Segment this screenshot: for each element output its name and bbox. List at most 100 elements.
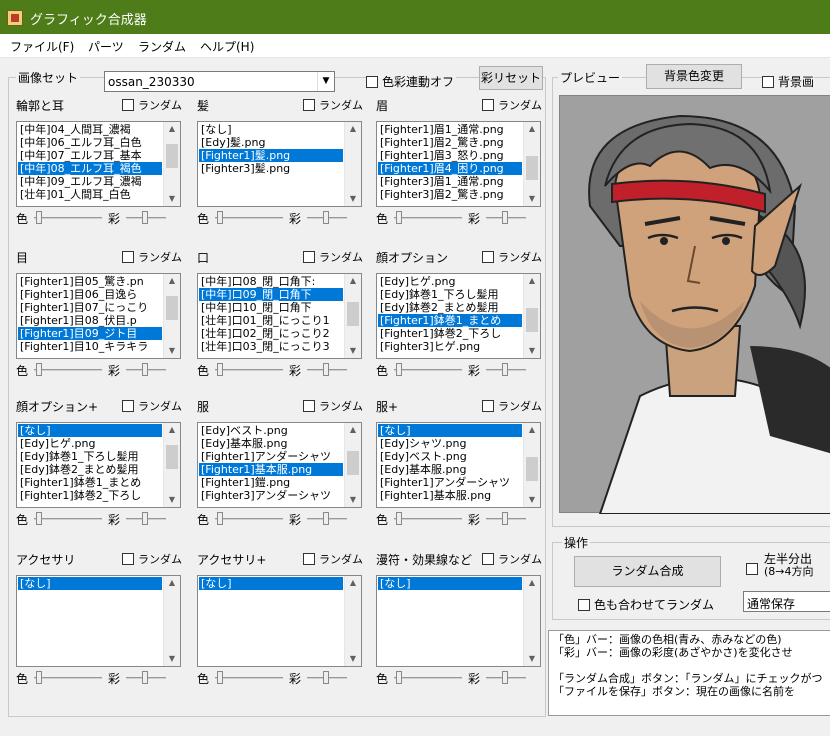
- color-slider-thumb[interactable]: [36, 211, 42, 224]
- color-slider-track[interactable]: [394, 217, 462, 219]
- scrollbar[interactable]: ▲ ▼: [523, 423, 540, 507]
- scrollbar[interactable]: ▲ ▼: [344, 122, 361, 206]
- list-item[interactable]: [壮年]口03_閉_にっこり3: [199, 340, 343, 353]
- bg-image-checkbox[interactable]: 背景画: [762, 73, 815, 90]
- list-item[interactable]: [中年]09_エルフ耳_濃褐: [18, 175, 162, 188]
- color-slider-thumb[interactable]: [396, 512, 402, 525]
- chevron-up-icon[interactable]: ▲: [345, 274, 361, 288]
- random-checkbox[interactable]: ランダム: [303, 249, 363, 265]
- list-item[interactable]: [壮年]口01_閉_にっこり1: [199, 314, 343, 327]
- chevron-up-icon[interactable]: ▲: [524, 576, 540, 590]
- saturation-slider-thumb[interactable]: [502, 671, 508, 684]
- chevron-up-icon[interactable]: ▲: [345, 122, 361, 136]
- color-slider-track[interactable]: [215, 518, 283, 520]
- scrollbar-thumb[interactable]: [166, 296, 178, 320]
- random-checkbox[interactable]: ランダム: [122, 249, 182, 265]
- parts-listbox[interactable]: [Fighter1]目05_驚き.pn [Fighter1]目06_目逸ら [Fig…: [16, 273, 181, 359]
- parts-listbox[interactable]: [なし] ▲ ▼: [197, 575, 362, 667]
- list-item[interactable]: [Fighter1]目06_目逸ら: [18, 288, 162, 301]
- menu-random[interactable]: ランダム: [138, 38, 186, 55]
- imageset-combo[interactable]: ossan_230330 ▼: [104, 71, 335, 92]
- list-item[interactable]: [壮年]01_人間耳_白色: [18, 188, 162, 201]
- list-item[interactable]: [中年]04_人間耳_濃褐: [18, 123, 162, 136]
- color-slider-thumb[interactable]: [396, 211, 402, 224]
- chevron-down-icon[interactable]: ▼: [345, 192, 361, 206]
- bgcolor-button[interactable]: 背景色変更: [646, 64, 742, 89]
- menu-file[interactable]: ファイル(F): [10, 38, 74, 55]
- list-item[interactable]: [Edy]鉢巻1_下ろし髪用: [18, 450, 162, 463]
- scrollbar[interactable]: ▲ ▼: [163, 122, 180, 206]
- parts-listbox[interactable]: [Fighter1]眉1_通常.png [Fighter1]眉2_驚き.png [F…: [376, 121, 541, 207]
- checkbox-box[interactable]: [746, 563, 758, 575]
- list-item[interactable]: [Fighter3]眉2_驚き.png: [378, 188, 522, 201]
- chevron-down-icon[interactable]: ▼: [345, 493, 361, 507]
- list-item[interactable]: [Fighter1]基本服.png: [378, 489, 522, 502]
- saturation-slider-thumb[interactable]: [142, 671, 148, 684]
- color-slider-track[interactable]: [215, 217, 283, 219]
- list-item[interactable]: [Fighter1]目05_驚き.pn: [18, 275, 162, 288]
- scrollbar[interactable]: ▲ ▼: [163, 274, 180, 358]
- checkbox-box[interactable]: [578, 599, 590, 611]
- list-item[interactable]: [中年]口10_閉_口角下: [199, 301, 343, 314]
- list-item[interactable]: [Fighter1]アンダーシャツ: [199, 450, 343, 463]
- saturation-slider-thumb[interactable]: [142, 512, 148, 525]
- list-item[interactable]: [Edy]ヒゲ.png: [18, 437, 162, 450]
- list-item[interactable]: [Fighter1]アンダーシャツ: [378, 476, 522, 489]
- scrollbar-thumb[interactable]: [347, 451, 359, 475]
- color-slider-thumb[interactable]: [217, 671, 223, 684]
- list-item[interactable]: [なし]: [199, 577, 343, 590]
- chevron-down-icon[interactable]: ▼: [317, 72, 334, 91]
- list-item[interactable]: [Edy]基本服.png: [378, 463, 522, 476]
- saturation-slider-thumb[interactable]: [502, 512, 508, 525]
- checkbox-box[interactable]: [482, 400, 494, 412]
- list-item[interactable]: [中年]口09_閉_口角下: [199, 288, 343, 301]
- list-item[interactable]: [Edy]鉢巻1_下ろし髪用: [378, 288, 522, 301]
- scrollbar-thumb[interactable]: [347, 302, 359, 326]
- random-checkbox[interactable]: ランダム: [122, 97, 182, 113]
- list-item[interactable]: [なし]: [378, 424, 522, 437]
- chevron-down-icon[interactable]: ▼: [164, 493, 180, 507]
- chevron-up-icon[interactable]: ▲: [164, 423, 180, 437]
- saturation-slider-thumb[interactable]: [323, 671, 329, 684]
- color-slider-track[interactable]: [215, 369, 283, 371]
- chevron-up-icon[interactable]: ▲: [345, 576, 361, 590]
- list-item[interactable]: [Edy]シャツ.png: [378, 437, 522, 450]
- chevron-up-icon[interactable]: ▲: [524, 274, 540, 288]
- list-item[interactable]: [Edy]髪.png: [199, 136, 343, 149]
- parts-listbox[interactable]: [なし] [Edy]ヒゲ.png [Edy]鉢巻1_下ろし髪用 [Edy]鉢巻2_まと…: [16, 422, 181, 508]
- random-checkbox[interactable]: ランダム: [482, 97, 542, 113]
- parts-listbox[interactable]: [中年]04_人間耳_濃褐 [中年]06_エルフ耳_白色 [中年]07_エルフ耳_基…: [16, 121, 181, 207]
- parts-listbox[interactable]: [なし] ▲ ▼: [16, 575, 181, 667]
- list-item[interactable]: [Fighter1]鉢巻1_まとめ: [378, 314, 522, 327]
- list-item[interactable]: [Edy]鉢巻2_まとめ髪用: [378, 301, 522, 314]
- checkbox-box[interactable]: [482, 99, 494, 111]
- chevron-up-icon[interactable]: ▲: [524, 122, 540, 136]
- checkbox-box[interactable]: [482, 251, 494, 263]
- color-slider-track[interactable]: [215, 677, 283, 679]
- saturation-slider-thumb[interactable]: [142, 211, 148, 224]
- list-item[interactable]: [中年]08_エルフ耳_褐色: [18, 162, 162, 175]
- random-checkbox[interactable]: ランダム: [303, 398, 363, 414]
- color-slider-track[interactable]: [34, 677, 102, 679]
- color-slider-track[interactable]: [394, 369, 462, 371]
- scrollbar[interactable]: ▲ ▼: [163, 576, 180, 666]
- chevron-down-icon[interactable]: ▼: [345, 652, 361, 666]
- color-slider-thumb[interactable]: [396, 671, 402, 684]
- chevron-up-icon[interactable]: ▲: [524, 423, 540, 437]
- parts-listbox[interactable]: [Edy]ヒゲ.png [Edy]鉢巻1_下ろし髪用 [Edy]鉢巻2_まとめ髪用[…: [376, 273, 541, 359]
- scrollbar[interactable]: ▲ ▼: [344, 423, 361, 507]
- chevron-up-icon[interactable]: ▲: [345, 423, 361, 437]
- menu-parts[interactable]: パーツ: [88, 38, 124, 55]
- scrollbar-thumb[interactable]: [526, 308, 538, 332]
- checkbox-box[interactable]: [303, 400, 315, 412]
- scrollbar[interactable]: ▲ ▼: [163, 423, 180, 507]
- chevron-down-icon[interactable]: ▼: [524, 493, 540, 507]
- color-slider-track[interactable]: [394, 677, 462, 679]
- half-output-checkbox[interactable]: [746, 562, 762, 576]
- scrollbar-thumb[interactable]: [166, 445, 178, 469]
- chevron-up-icon[interactable]: ▲: [164, 122, 180, 136]
- list-item[interactable]: [Fighter1]眉4_困り.png: [378, 162, 522, 175]
- list-item[interactable]: [Fighter1]基本服.png: [199, 463, 343, 476]
- random-checkbox[interactable]: ランダム: [122, 398, 182, 414]
- color-slider-thumb[interactable]: [217, 211, 223, 224]
